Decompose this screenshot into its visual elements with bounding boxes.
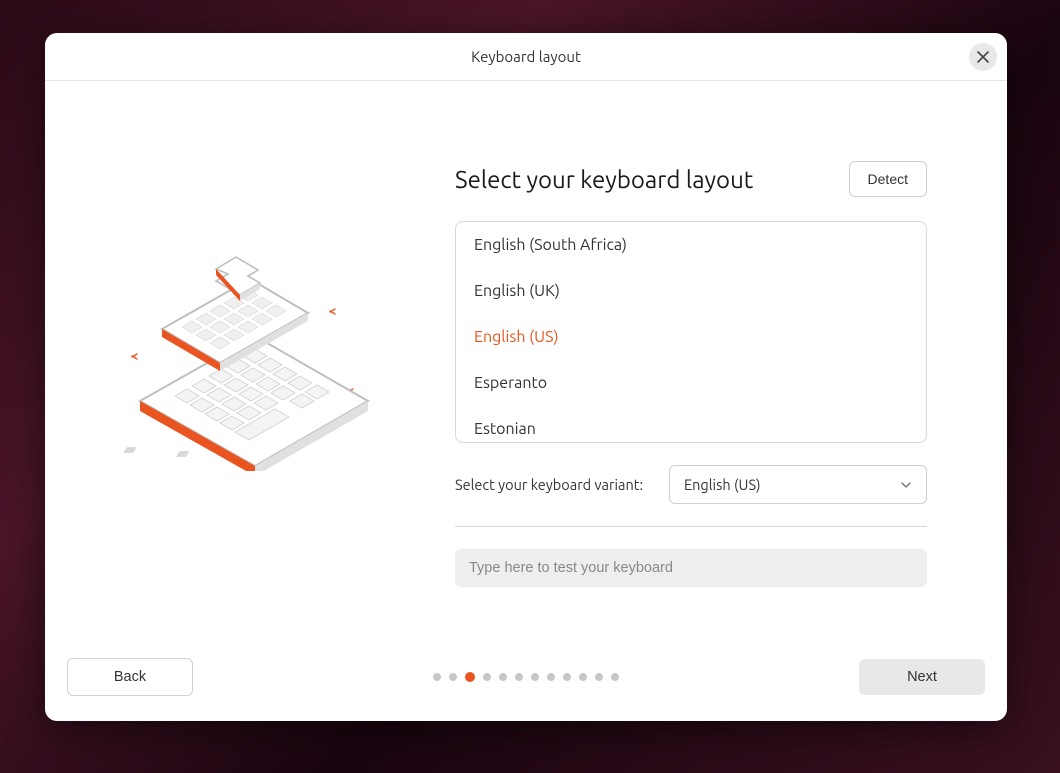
footer: Back Next (45, 651, 1007, 721)
close-button[interactable] (969, 43, 997, 71)
variant-select[interactable]: English (US) (669, 465, 927, 504)
step-dot-1 (433, 673, 441, 681)
step-dot-3 (465, 672, 475, 682)
layout-list[interactable]: English (South Africa) English (UK) Engl… (455, 221, 927, 443)
layout-item-estonian[interactable]: Estonian (456, 406, 926, 443)
layout-item-english-south-africa[interactable]: English (South Africa) (456, 222, 926, 268)
step-dot-9 (563, 673, 571, 681)
close-icon (977, 51, 989, 63)
step-dot-11 (595, 673, 603, 681)
chevron-down-icon (900, 479, 912, 491)
variant-selected-value: English (US) (684, 476, 761, 493)
detect-button[interactable]: Detect (849, 161, 927, 197)
step-dot-8 (547, 673, 555, 681)
step-dot-5 (499, 673, 507, 681)
step-dot-12 (611, 673, 619, 681)
titlebar: Keyboard layout (45, 33, 1007, 81)
installer-window: Keyboard layout (45, 33, 1007, 721)
step-dot-6 (515, 673, 523, 681)
keyboard-test-input[interactable] (455, 549, 927, 587)
next-button[interactable]: Next (859, 659, 985, 695)
layout-item-english-us[interactable]: English (US) (456, 314, 926, 360)
illustration-panel (45, 161, 455, 651)
step-indicator (433, 673, 619, 682)
keyboard-icon (120, 251, 380, 471)
back-button[interactable]: Back (67, 658, 193, 696)
divider (455, 526, 927, 527)
step-dot-10 (579, 673, 587, 681)
variant-label: Select your keyboard variant: (455, 476, 643, 493)
layout-item-english-uk[interactable]: English (UK) (456, 268, 926, 314)
step-dot-2 (449, 673, 457, 681)
heading-row: Select your keyboard layout Detect (455, 161, 927, 197)
step-dot-4 (483, 673, 491, 681)
step-dot-7 (531, 673, 539, 681)
form-panel: Select your keyboard layout Detect Engli… (455, 161, 1007, 651)
content-area: Select your keyboard layout Detect Engli… (45, 81, 1007, 651)
variant-row: Select your keyboard variant: English (U… (455, 465, 927, 504)
window-title: Keyboard layout (471, 48, 581, 65)
layout-item-esperanto[interactable]: Esperanto (456, 360, 926, 406)
page-heading: Select your keyboard layout (455, 166, 753, 193)
